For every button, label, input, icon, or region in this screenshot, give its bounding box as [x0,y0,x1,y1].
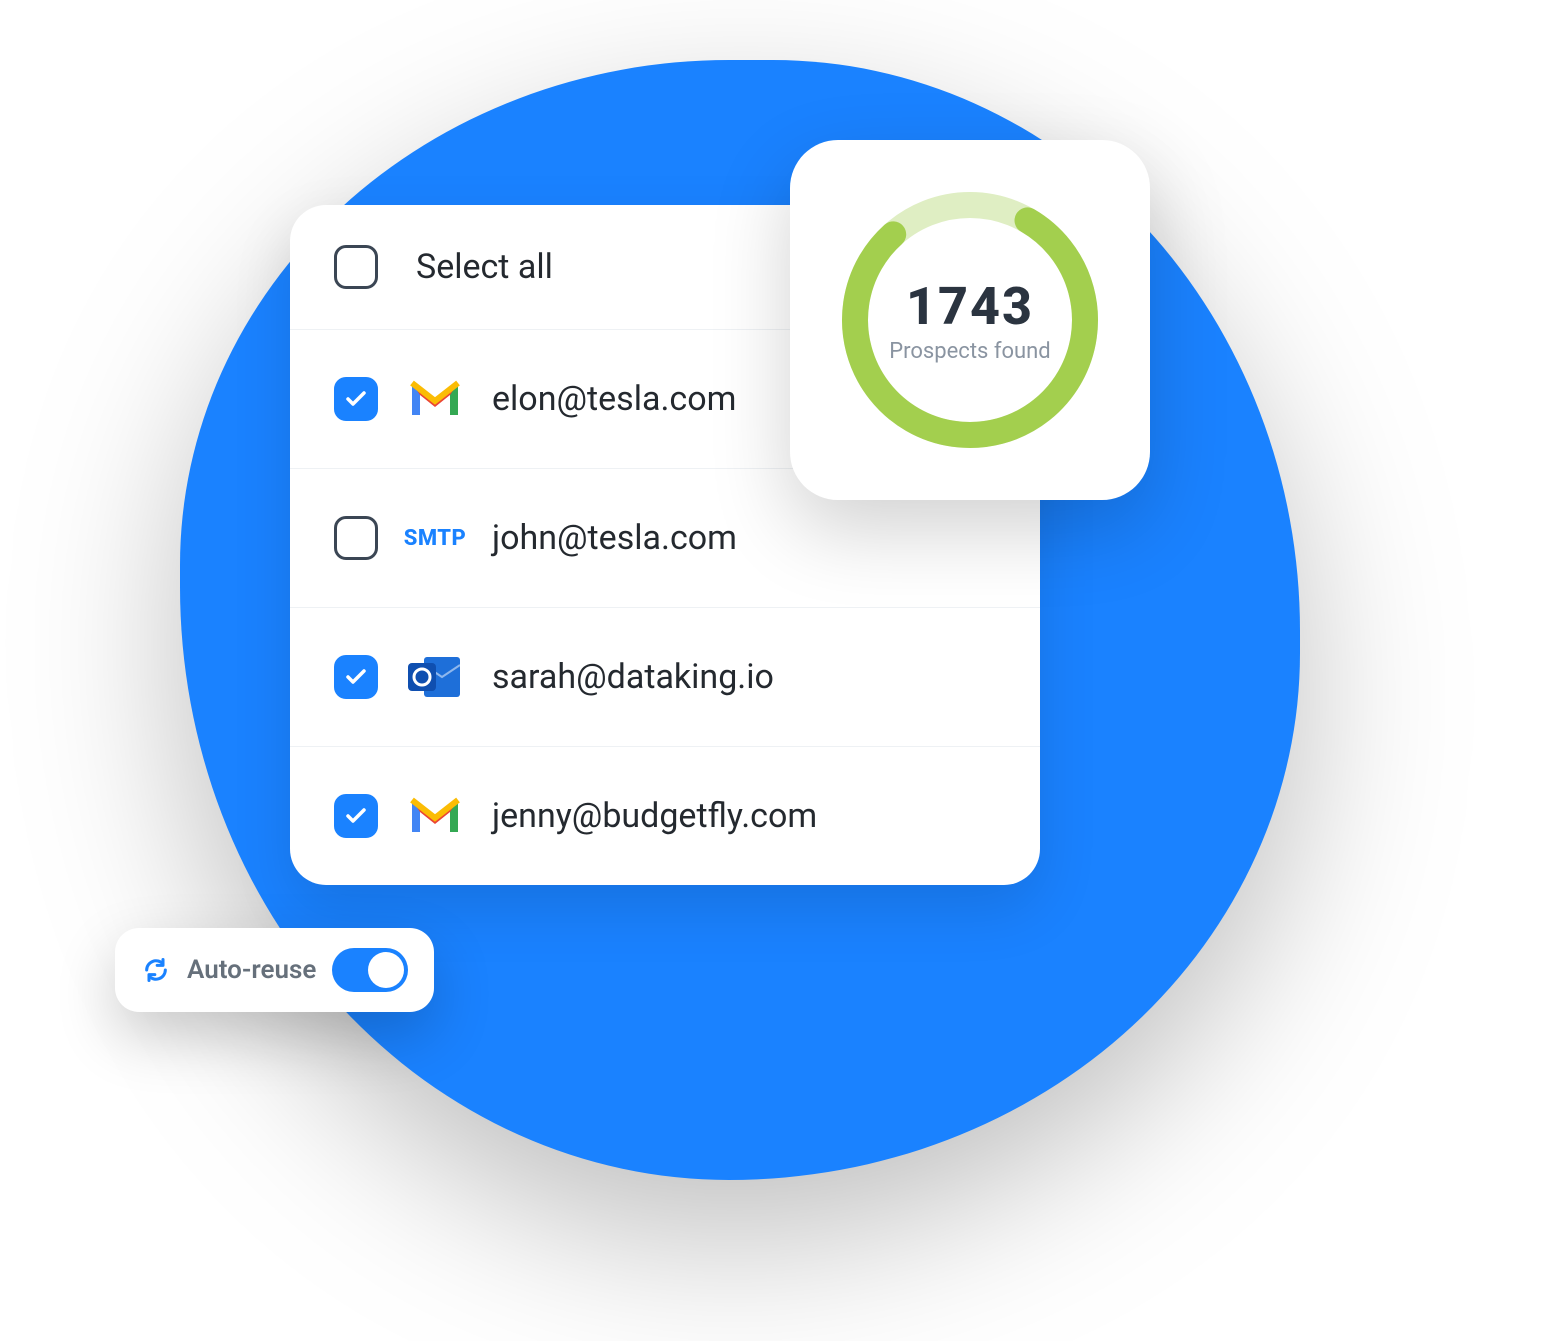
email-address: elon@tesla.com [492,379,736,419]
row-checkbox[interactable] [334,794,378,838]
prospects-label: Prospects found [889,339,1050,364]
row-checkbox[interactable] [334,516,378,560]
list-item[interactable]: jenny@budgetfly.com [290,747,1040,885]
refresh-icon [141,955,171,985]
email-address: sarah@dataking.io [492,657,774,697]
smtp-icon: SMTP [406,509,464,567]
email-address: jenny@budgetfly.com [492,796,817,836]
outlook-icon [406,648,464,706]
email-address: john@tesla.com [492,518,737,558]
check-icon [344,804,368,828]
select-all-label: Select all [416,247,553,287]
check-icon [344,387,368,411]
list-item[interactable]: sarah@dataking.io [290,608,1040,747]
select-all-checkbox[interactable] [334,245,378,289]
auto-reuse-toggle[interactable] [332,948,408,992]
toggle-knob [368,952,404,988]
row-checkbox[interactable] [334,655,378,699]
row-checkbox[interactable] [334,377,378,421]
prospects-count: 1743 [889,276,1050,337]
auto-reuse-label: Auto-reuse [187,955,316,985]
auto-reuse-chip: Auto-reuse [115,928,434,1012]
prospects-stats-card: 1743 Prospects found [790,140,1150,500]
gmail-icon [406,787,464,845]
check-icon [344,665,368,689]
gmail-icon [406,370,464,428]
